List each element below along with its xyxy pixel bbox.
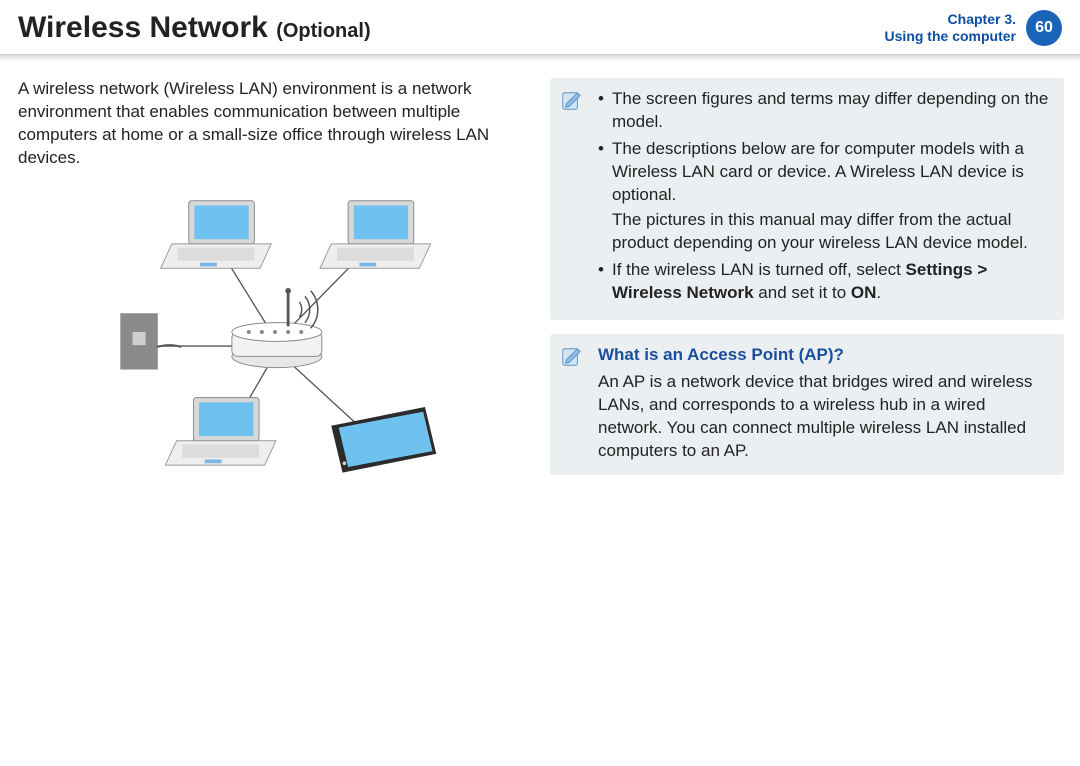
note-box: The screen figures and terms may differ …	[550, 78, 1064, 320]
wall-jack-icon	[120, 313, 181, 369]
note-item: The descriptions below are for computer …	[598, 138, 1050, 255]
intro-paragraph: A wireless network (Wireless LAN) enviro…	[18, 78, 532, 170]
note-item: If the wireless LAN is turned off, selec…	[598, 259, 1050, 305]
chapter-label: Chapter 3.	[885, 11, 1016, 28]
note-text-pre: If the wireless LAN is turned off, selec…	[612, 260, 906, 279]
chapter-subtitle: Using the computer	[885, 28, 1016, 45]
ap-body: An AP is a network device that bridges w…	[598, 371, 1050, 463]
access-point-box: What is an Access Point (AP)? An AP is a…	[550, 334, 1064, 475]
note-text: The screen figures and terms may differ …	[612, 89, 1048, 131]
page-number-badge: 60	[1026, 10, 1062, 46]
right-column: The screen figures and terms may differ …	[550, 78, 1064, 482]
note-icon	[560, 90, 582, 112]
chapter-info: Chapter 3. Using the computer 60	[885, 10, 1062, 46]
note-list: The screen figures and terms may differ …	[598, 88, 1050, 304]
laptop-icon	[165, 397, 276, 465]
note-item: The screen figures and terms may differ …	[598, 88, 1050, 134]
laptop-icon	[320, 201, 431, 269]
title-main: Wireless Network	[18, 11, 268, 44]
note-text-post: .	[876, 283, 881, 302]
network-diagram	[18, 182, 532, 482]
access-point-icon	[232, 288, 322, 368]
note-icon	[560, 346, 582, 368]
note-text-bold: ON	[851, 283, 877, 302]
laptop-icon	[161, 201, 272, 269]
title-tag: (Optional)	[276, 20, 370, 42]
content-area: A wireless network (Wireless LAN) enviro…	[0, 60, 1080, 482]
left-column: A wireless network (Wireless LAN) enviro…	[18, 78, 532, 482]
note-text: The descriptions below are for computer …	[612, 139, 1024, 204]
ap-heading: What is an Access Point (AP)?	[598, 344, 1050, 367]
note-subtext: The pictures in this manual may differ f…	[612, 209, 1050, 255]
tablet-icon	[331, 407, 436, 473]
page-title: Wireless Network (Optional)	[18, 11, 371, 45]
note-text-mid: and set it to	[754, 283, 851, 302]
page-header: Wireless Network (Optional) Chapter 3. U…	[0, 0, 1080, 54]
